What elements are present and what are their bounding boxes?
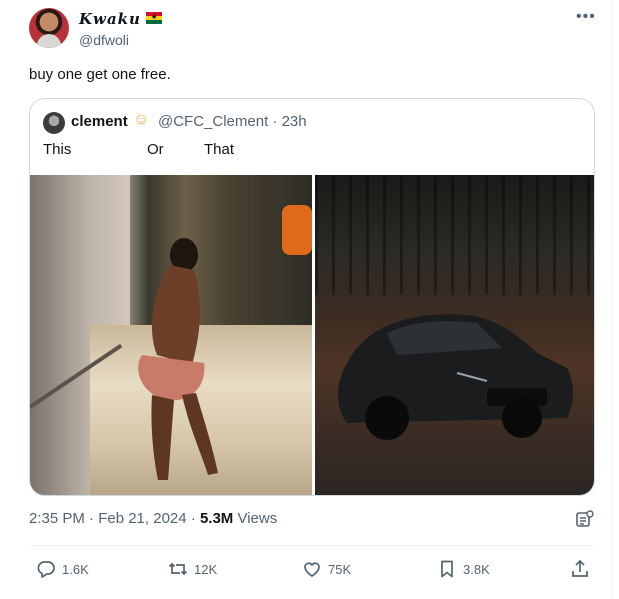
more-options-icon[interactable]: ••• (576, 8, 596, 26)
share-button[interactable] (570, 557, 590, 581)
timestamp-text[interactable]: 2:35 PM · Feb 21, 2024 · (29, 510, 200, 527)
tweet-timestamp[interactable]: 2:35 PM · Feb 21, 2024 · 5.3M Views (29, 510, 277, 527)
author-handle[interactable]: @dfwoli (79, 32, 129, 48)
repost-count: 12K (194, 561, 218, 577)
bookmark-button[interactable]: 3.8K (437, 557, 490, 581)
tweet-card: Kwaku ★ @dfwoli ••• buy one get one free… (0, 0, 613, 599)
bookmark-icon (441, 560, 453, 578)
forest-shape (315, 175, 594, 295)
quote-handle-time[interactable]: @CFC_Clement · 23h (158, 113, 307, 130)
like-button[interactable]: 75K (302, 557, 351, 581)
author-avatar[interactable] (29, 8, 69, 48)
like-count: 75K (328, 561, 352, 577)
person-figure-shape (138, 238, 218, 480)
bookmark-count: 3.8K (463, 561, 490, 577)
heart-icon (304, 562, 320, 577)
quote-text-that: That (204, 141, 235, 158)
quote-text-or: Or (147, 141, 164, 158)
quote-image-right[interactable] (315, 175, 594, 495)
author-name[interactable]: Kwaku (79, 10, 141, 28)
smile-emoji-icon: ☺ (133, 111, 150, 128)
car-shape (338, 314, 573, 440)
repost-button[interactable]: 12K (168, 557, 217, 581)
quote-author-name[interactable]: clement (71, 113, 128, 130)
divider (29, 545, 595, 546)
views-label: Views (233, 510, 278, 527)
quote-text-this: This (43, 141, 72, 158)
reply-count: 1.6K (62, 561, 89, 577)
analytics-icon[interactable] (575, 509, 595, 529)
reply-button[interactable]: 1.6K (36, 557, 89, 581)
repost-icon (168, 562, 188, 576)
ghana-flag-icon: ★ (146, 12, 162, 24)
reply-icon (37, 561, 55, 578)
quoted-tweet[interactable]: clement ☺ @CFC_Clement · 23h This Or Tha… (29, 98, 595, 496)
tweet-text: buy one get one free. (29, 66, 171, 83)
share-icon (572, 559, 588, 577)
quote-image-left[interactable] (30, 175, 312, 495)
background-figure-shape (282, 205, 312, 255)
quote-avatar[interactable] (43, 112, 65, 134)
views-count: 5.3M (199, 510, 234, 527)
